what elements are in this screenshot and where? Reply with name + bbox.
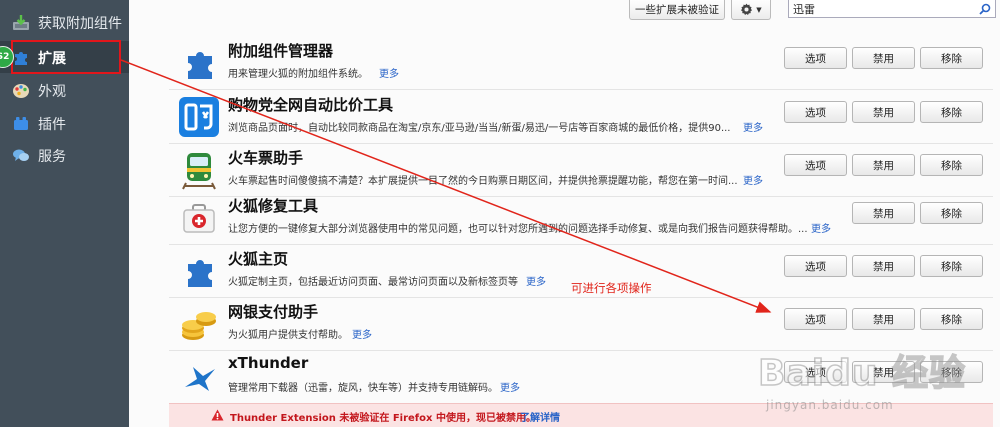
puzzle-piece-icon bbox=[188, 52, 212, 79]
tools-menu-button[interactable]: ▼ bbox=[731, 0, 771, 20]
addon-description: 用来管理火狐的附加组件系统。 bbox=[228, 69, 368, 80]
addon-row: 购物党全网自动比价工具 浏览商品页面时，自动比较同款商品在淘宝/京东/亚马逊/当… bbox=[169, 91, 993, 144]
sidebar-item-label: 插件 bbox=[38, 117, 66, 133]
extensions-highlight-box bbox=[11, 40, 121, 74]
options-button[interactable]: 选项 bbox=[784, 154, 847, 176]
disable-button[interactable]: 禁用 bbox=[852, 202, 915, 224]
sidebar-item-label: 获取附加组件 bbox=[38, 16, 122, 32]
remove-button[interactable]: 移除 bbox=[920, 47, 983, 69]
addon-description: 为火狐用户提供支付帮助。 bbox=[228, 330, 348, 341]
remove-button[interactable]: 移除 bbox=[920, 101, 983, 123]
addon-name: 附加组件管理器 bbox=[228, 42, 334, 60]
addon-name: 网银支付助手 bbox=[228, 303, 319, 321]
more-link[interactable]: 更多 bbox=[743, 119, 763, 134]
first-aid-kit-icon bbox=[183, 204, 215, 233]
sidebar-item-get-addons[interactable]: 获取附加组件 bbox=[0, 6, 129, 38]
palette-icon bbox=[13, 84, 29, 98]
sidebar-item-label: 外观 bbox=[38, 84, 66, 100]
addon-name: 购物党全网自动比价工具 bbox=[228, 96, 394, 114]
sidebar-item-appearance[interactable]: 外观 bbox=[0, 74, 129, 106]
addon-description: 火狐定制主页，包括最近访问页面、最常访问页面以及新标签页等 bbox=[228, 277, 518, 288]
addon-name: 火狐主页 bbox=[228, 250, 289, 268]
warning-text: Thunder Extension 未被验证在 Firefox 中使用，现已被禁… bbox=[230, 413, 536, 424]
baidu-watermark: Baidu 经验 jingyan.baidu.com bbox=[757, 344, 994, 424]
more-link[interactable]: 更多 bbox=[352, 326, 372, 341]
options-button[interactable]: 选项 bbox=[784, 255, 847, 277]
disable-button[interactable]: 禁用 bbox=[852, 154, 915, 176]
addon-row: 附加组件管理器 用来管理火狐的附加组件系统。 更多 选项 禁用 移除 bbox=[169, 37, 993, 90]
disable-button[interactable]: 禁用 bbox=[852, 47, 915, 69]
plugin-brick-icon bbox=[14, 117, 28, 130]
watermark-url-text: jingyan.baidu.com bbox=[766, 398, 894, 412]
sidebar-item-services[interactable]: 服务 bbox=[0, 139, 129, 171]
learn-more-link[interactable]: 了解详情 bbox=[520, 409, 560, 424]
get-addons-icon bbox=[13, 15, 29, 30]
train-icon bbox=[182, 153, 216, 190]
annotation-text: 可进行各项操作 bbox=[571, 281, 652, 295]
more-link[interactable]: 更多 bbox=[379, 65, 399, 80]
addon-name: 火狐修复工具 bbox=[228, 197, 319, 215]
options-button[interactable]: 选项 bbox=[784, 47, 847, 69]
gold-coins-icon bbox=[182, 312, 216, 340]
unverified-extensions-button[interactable]: 一些扩展未被验证 bbox=[629, 0, 725, 20]
addon-row: 火狐修复工具 让您方便的一键修复大部分浏览器使用中的常见问题，也可以针对您所遇到… bbox=[169, 192, 993, 245]
gou-shopping-icon bbox=[179, 97, 219, 137]
gear-icon bbox=[741, 3, 753, 16]
more-link[interactable]: 更多 bbox=[743, 172, 763, 187]
sidebar-item-label: 服务 bbox=[38, 149, 66, 165]
thunder-bird-icon bbox=[185, 367, 215, 391]
remove-button[interactable]: 移除 bbox=[920, 308, 983, 330]
addon-description: 让您方便的一键修复大部分浏览器使用中的常见问题，也可以针对您所遇到的问题选择手动… bbox=[228, 224, 808, 235]
search-icon[interactable] bbox=[979, 3, 991, 15]
chevron-down-icon: ▼ bbox=[756, 5, 762, 14]
addon-description: 浏览商品页面时，自动比较同款商品在淘宝/京东/亚马逊/当当/新蛋/易迅/一号店等… bbox=[228, 123, 731, 134]
category-sidebar: 获取附加组件 扩展 外观 插件 服务 bbox=[0, 0, 129, 427]
more-link[interactable]: 更多 bbox=[500, 379, 520, 394]
addon-description: 管理常用下载器（迅雷，旋风，快车等）并支持专用链解码。 bbox=[228, 383, 498, 394]
options-button[interactable]: 选项 bbox=[784, 101, 847, 123]
remove-button[interactable]: 移除 bbox=[920, 154, 983, 176]
disable-button[interactable]: 禁用 bbox=[852, 308, 915, 330]
addon-search-box[interactable] bbox=[788, 0, 996, 18]
addon-name: xThunder bbox=[228, 354, 309, 372]
remove-button[interactable]: 移除 bbox=[920, 255, 983, 277]
speech-bubbles-icon bbox=[13, 149, 29, 161]
search-input[interactable] bbox=[793, 0, 973, 17]
addon-name: 火车票助手 bbox=[228, 149, 304, 167]
sidebar-item-plugins[interactable]: 插件 bbox=[0, 107, 129, 139]
more-link[interactable]: 更多 bbox=[811, 220, 831, 235]
puzzle-piece-icon bbox=[188, 260, 212, 287]
addon-description: 火车票起售时间傻傻搞不清楚？本扩展提供一目了然的今日购票日期区间，并提供抢票提醒… bbox=[228, 176, 738, 187]
more-link[interactable]: 更多 bbox=[526, 273, 546, 288]
disable-button[interactable]: 禁用 bbox=[852, 101, 915, 123]
addon-row: 火车票助手 火车票起售时间傻傻搞不清楚？本扩展提供一目了然的今日购票日期区间，并… bbox=[169, 144, 993, 197]
disable-button[interactable]: 禁用 bbox=[852, 255, 915, 277]
options-button[interactable]: 选项 bbox=[784, 308, 847, 330]
remove-button[interactable]: 移除 bbox=[920, 202, 983, 224]
watermark-main-text: Baidu 经验 bbox=[757, 352, 967, 395]
warning-triangle-icon bbox=[211, 409, 224, 421]
